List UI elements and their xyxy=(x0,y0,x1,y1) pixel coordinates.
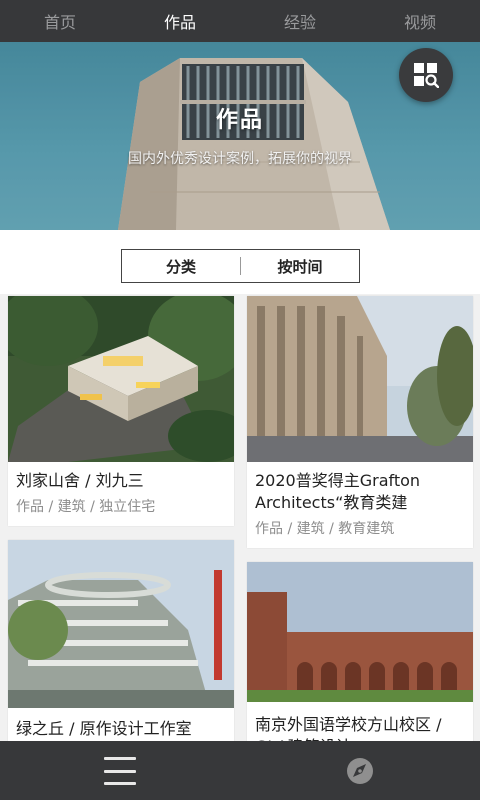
work-card[interactable]: 绿之丘 / 原作设计工作室 xyxy=(8,540,234,760)
menu-line xyxy=(104,757,136,760)
compass-icon[interactable] xyxy=(344,755,376,787)
category-filter-button[interactable]: 分类 xyxy=(122,256,240,277)
filter-bar: 分类 按时间 xyxy=(0,230,480,294)
top-nav: 首页 作品 经验 视频 xyxy=(0,0,480,42)
tab-experience[interactable]: 经验 xyxy=(240,0,360,42)
work-tags: 作品 / 建筑 / 教育建筑 xyxy=(255,521,395,537)
work-title: 刘家山舍 / 刘九三 xyxy=(16,471,144,490)
work-card[interactable]: 刘家山舍 / 刘九三 作品 / 建筑 / 独立住宅 xyxy=(8,296,234,526)
bottom-bar xyxy=(0,741,480,800)
filter-segment: 分类 按时间 xyxy=(121,249,360,283)
tab-works[interactable]: 作品 xyxy=(120,0,240,42)
hamburger-menu-icon[interactable] xyxy=(100,753,140,789)
menu-line xyxy=(104,782,136,785)
app-screen: 首页 作品 经验 视频 作品 国内外优秀设计案例，拓展你的视界 分类 按时间 刘… xyxy=(0,0,480,800)
menu-line xyxy=(104,769,136,773)
tab-home[interactable]: 首页 xyxy=(0,0,120,42)
sort-by-time-button[interactable]: 按时间 xyxy=(241,256,359,277)
grid-search-icon xyxy=(414,63,439,88)
work-title: 2020普奖得主Grafton Architects“教育类建 xyxy=(255,471,421,512)
work-card[interactable]: 2020普奖得主Grafton Architects“教育类建 作品 / 建筑 … xyxy=(247,296,473,548)
work-photo xyxy=(8,296,234,462)
work-photo xyxy=(247,562,473,702)
work-photo xyxy=(8,540,234,708)
work-card[interactable]: 南京外国语学校方山校区 / GLA建筑设计 xyxy=(247,562,473,760)
hero-title: 作品 xyxy=(215,108,264,133)
work-photo xyxy=(247,296,473,462)
tab-video[interactable]: 视频 xyxy=(360,0,480,42)
work-title: 绿之丘 / 原作设计工作室 xyxy=(16,719,192,738)
grid-search-button[interactable] xyxy=(399,48,453,102)
work-tags: 作品 / 建筑 / 独立住宅 xyxy=(16,499,156,515)
hero-subtitle: 国内外优秀设计案例，拓展你的视界 xyxy=(128,151,352,167)
